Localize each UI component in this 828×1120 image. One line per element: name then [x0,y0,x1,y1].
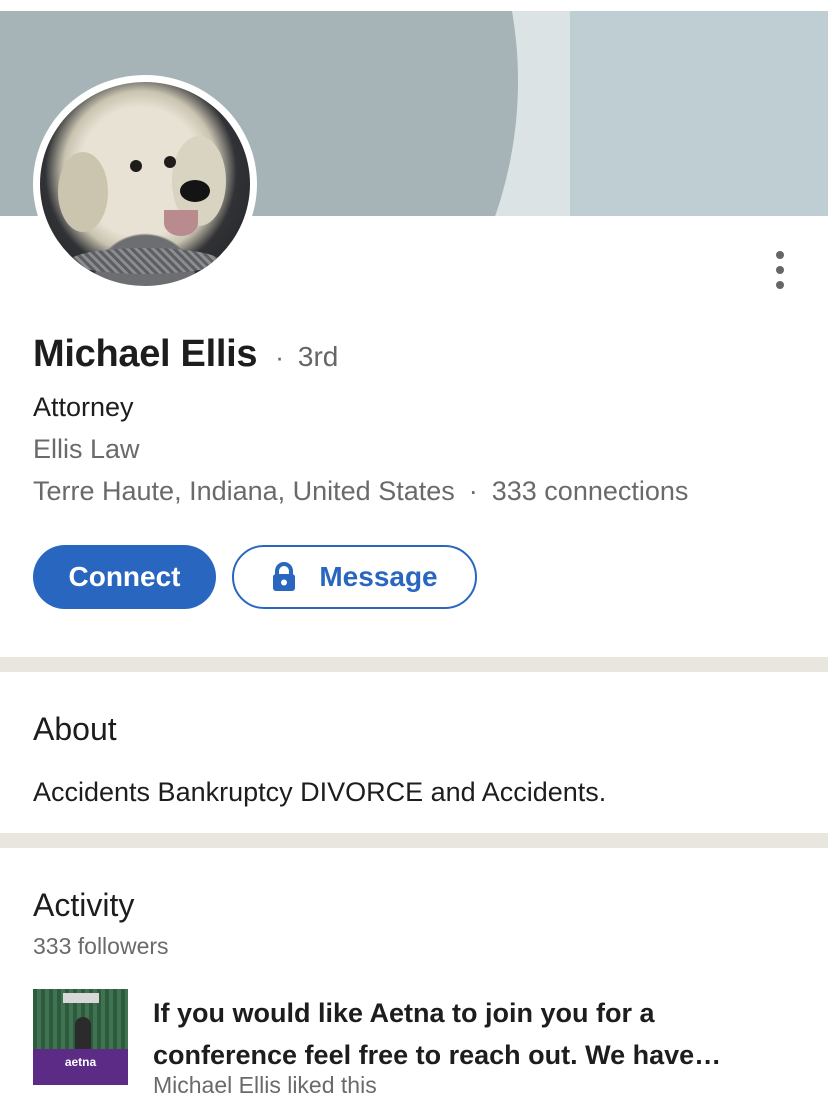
avatar-dog-eye-left [130,160,142,172]
profile-location-row: Terre Haute, Indiana, United States · 333 … [33,476,688,507]
avatar-dog-tongue [164,210,198,236]
thumb-person [75,1017,91,1051]
avatar-dog-ear-left [58,152,108,232]
thumb-banner [63,993,99,1003]
post-thumbnail[interactable]: aetna [33,989,128,1085]
profile-name: Michael Ellis [33,333,258,375]
more-dot [776,281,784,289]
profile-name-row: Michael Ellis · 3rd [33,333,338,376]
post-subtext: Michael Ellis liked this [153,1072,377,1098]
profile-connections[interactable]: 333 connections [492,476,689,506]
post-text[interactable]: If you would like Aetna to join you for … [153,992,793,1076]
location-separator: · [468,476,478,506]
section-divider [0,833,828,848]
avatar[interactable] [33,75,257,293]
about-title: About [33,711,117,747]
followers-count: 333 followers [33,933,169,959]
profile-location: Terre Haute, Indiana, United States [33,476,455,506]
about-text: Accidents Bankruptcy DIVORCE and Acciden… [33,777,607,807]
message-button[interactable]: Message [232,545,477,609]
connect-button[interactable]: Connect [33,545,216,609]
more-dot [776,251,784,259]
avatar-dog-nose [180,180,210,202]
more-vertical-icon[interactable] [764,248,796,292]
degree-separator: · [275,342,284,372]
section-divider [0,657,828,672]
activity-title: Activity [33,887,135,923]
connection-degree: 3rd [297,341,339,372]
profile-company[interactable]: Ellis Law [33,434,140,465]
profile-headline: Attorney [33,392,134,422]
avatar-dog-collar [70,248,220,274]
thumb-aetna-logo: aetna [64,1055,97,1069]
avatar-photo [40,82,250,286]
status-bar-area [0,0,828,11]
more-dot [776,266,784,274]
message-button-label: Message [319,561,438,592]
banner-right-panel [570,11,828,216]
avatar-dog-eye-right [164,156,176,168]
lock-icon [273,562,296,591]
